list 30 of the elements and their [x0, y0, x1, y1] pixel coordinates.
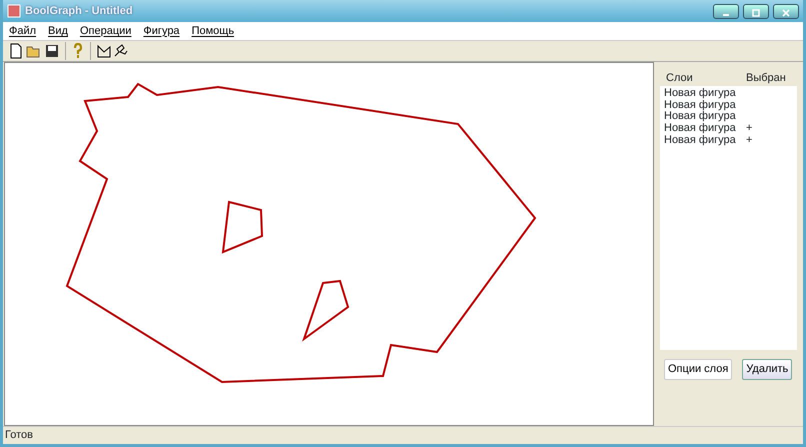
new-file-icon[interactable]: [9, 43, 23, 59]
minimize-button[interactable]: [713, 4, 739, 18]
layer-name[interactable]: Новая фигура: [664, 123, 746, 135]
layer-name[interactable]: Новая фигура: [664, 88, 746, 100]
menu-item[interactable]: Помощь: [192, 22, 234, 40]
dialog-button[interactable]: Опции слоя: [664, 359, 732, 380]
help-icon[interactable]: [72, 43, 84, 59]
menu-item[interactable]: Файл: [9, 22, 36, 40]
curve-tool-icon[interactable]: [114, 44, 128, 58]
dialog-button[interactable]: Удалить: [742, 359, 792, 380]
save-icon[interactable]: [45, 44, 59, 58]
layer-name[interactable]: Новая фигура: [664, 111, 746, 124]
status-text: Готов: [5, 428, 33, 444]
layer-name[interactable]: Новая фигура: [664, 100, 746, 112]
maximize-icon: [751, 8, 761, 17]
selected-mark: +: [746, 123, 752, 135]
maximize-button[interactable]: [743, 4, 769, 18]
close-icon: [781, 8, 791, 17]
menu-item[interactable]: Фигура: [143, 22, 180, 40]
app-icon: [7, 4, 21, 18]
column-header[interactable]: Слои: [660, 70, 740, 86]
window-title: BoolGraph - Untitled: [25, 4, 133, 19]
menu-item[interactable]: Вид: [48, 22, 68, 40]
layer-name[interactable]: Новая фигура: [664, 134, 746, 146]
column-header[interactable]: Выбран: [740, 70, 786, 86]
folder-icon[interactable]: [26, 44, 42, 58]
polygon-tool-icon[interactable]: [97, 44, 111, 58]
menu-item[interactable]: Операции: [80, 22, 132, 40]
selected-mark: +: [746, 134, 752, 146]
close-button[interactable]: [773, 4, 799, 18]
